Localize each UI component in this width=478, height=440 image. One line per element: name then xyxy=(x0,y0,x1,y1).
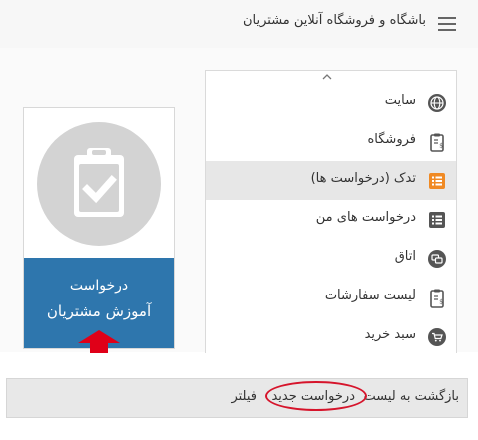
list-icon xyxy=(427,171,447,191)
sidebar-item-shop[interactable]: $ فروشگاه xyxy=(206,122,456,161)
sidebar-item-label: سایت xyxy=(384,93,416,108)
sidebar-item-site[interactable]: سایت xyxy=(206,83,456,122)
cart-icon xyxy=(427,327,447,347)
sidebar-item-cart[interactable]: سبد خرید xyxy=(206,317,456,356)
sidebar-item-room[interactable]: اتاق xyxy=(206,239,456,278)
clipboard-dollar-icon: $ xyxy=(427,288,447,308)
sidebar-item-my-requests[interactable]: درخواست های من xyxy=(206,200,456,239)
action-bar: بازگشت به لیست درخواست جدید فیلتر xyxy=(6,378,468,418)
list-icon xyxy=(427,210,447,230)
spacer xyxy=(0,353,478,378)
back-to-list-link[interactable]: بازگشت به لیست xyxy=(363,389,459,404)
sidebar-item-label: سبد خرید xyxy=(364,327,416,342)
sidebar-item-orders[interactable]: $ لیست سفارشات xyxy=(206,278,456,317)
card-title-line1: درخواست xyxy=(69,278,129,294)
chat-icon xyxy=(427,249,447,269)
globe-icon xyxy=(427,93,447,113)
sidebar-item-label: اتاق xyxy=(394,249,416,264)
hamburger-icon[interactable] xyxy=(438,17,456,31)
clipboard-check-icon xyxy=(74,148,124,217)
sidebar: سایت $ فروشگاه تدک (درخواست ها) درخواست … xyxy=(205,70,457,356)
clipboard-dollar-icon: $ xyxy=(427,132,447,152)
customer-training-request-card[interactable]: درخواست آموزش مشتریان xyxy=(23,107,175,349)
svg-text:$: $ xyxy=(439,143,443,150)
sidebar-item-label: لیست سفارشات xyxy=(324,288,416,303)
card-title-line2: آموزش مشتریان xyxy=(46,302,152,320)
sidebar-item-label: فروشگاه xyxy=(367,132,416,147)
app-title: باشگاه و فروشگاه آنلاین مشتریان xyxy=(242,13,426,28)
sidebar-item-label: درخواست های من xyxy=(315,210,416,225)
top-bar: باشگاه و فروشگاه آنلاین مشتریان xyxy=(0,0,478,49)
svg-text:$: $ xyxy=(439,299,443,306)
sidebar-item-tadak[interactable]: تدک (درخواست ها) xyxy=(206,161,456,200)
filter-link[interactable]: فیلتر xyxy=(231,389,257,404)
new-request-link[interactable]: درخواست جدید xyxy=(271,389,355,404)
card-icon-circle xyxy=(37,122,161,246)
sidebar-item-label: تدک (درخواست ها) xyxy=(310,171,416,186)
